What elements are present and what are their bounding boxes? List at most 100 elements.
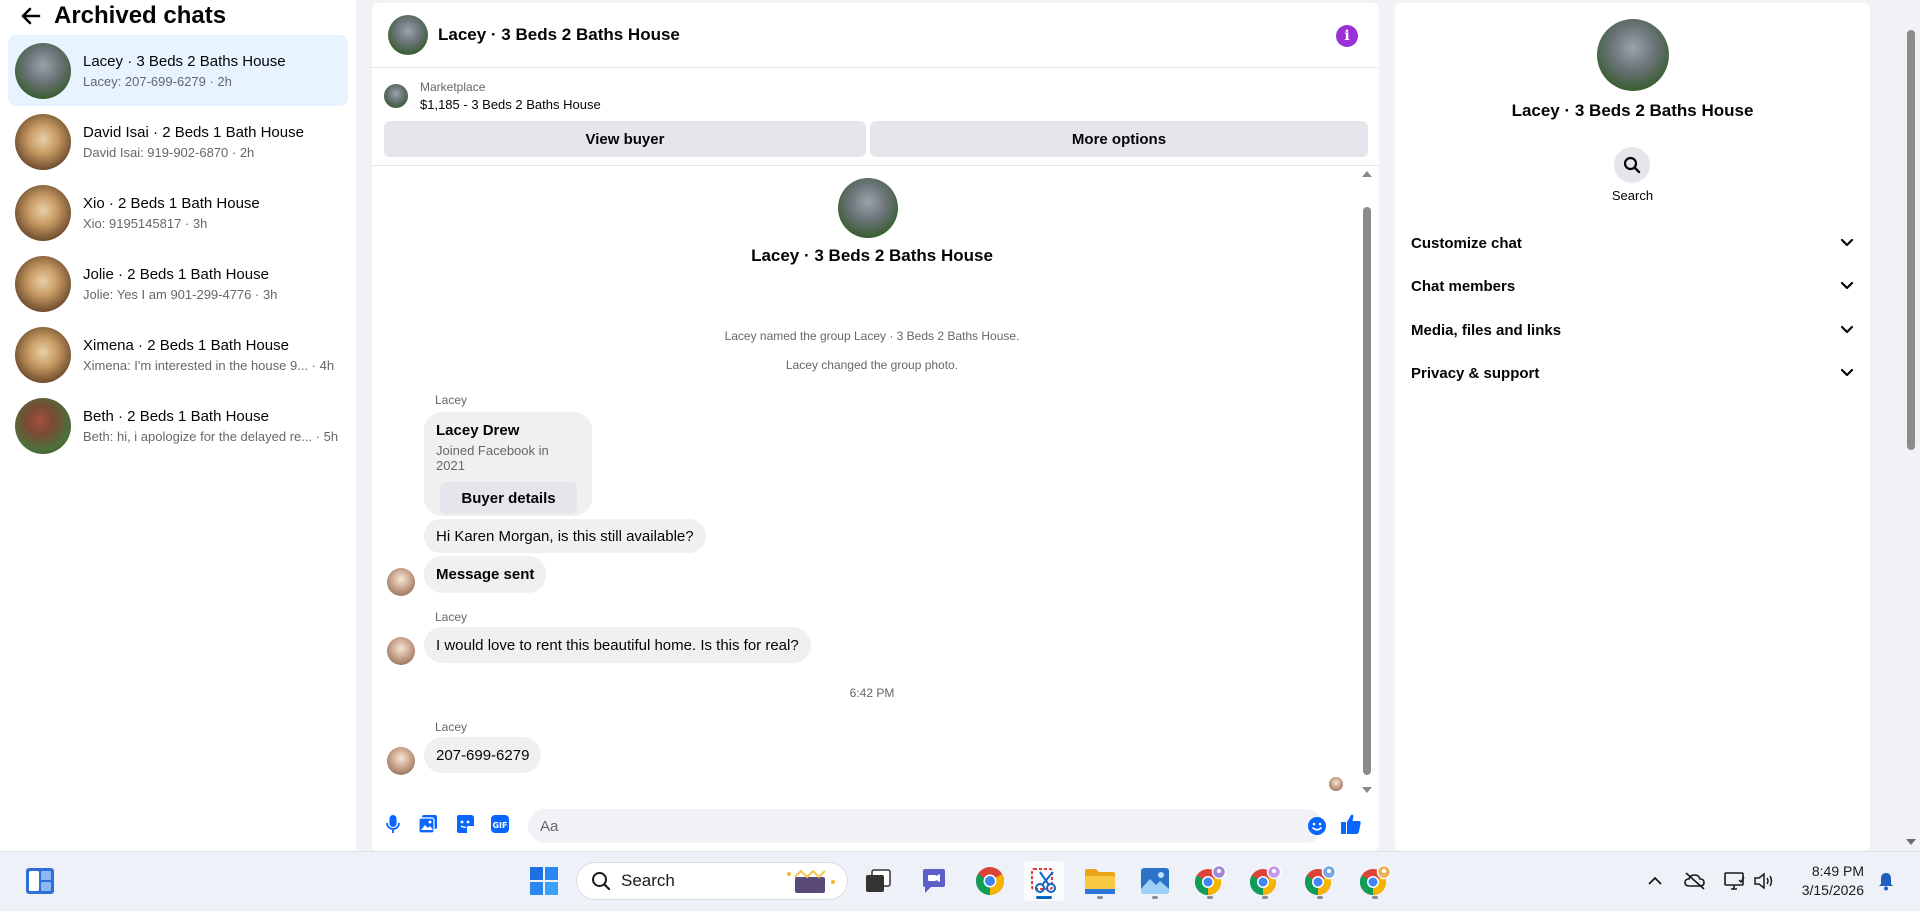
notification-bell-icon[interactable] [1874, 869, 1898, 893]
chevron-up-icon[interactable] [1643, 869, 1667, 893]
chat-thumbnail [15, 255, 71, 312]
chat-name: David Isai · 2 Beds 1 Bath House [83, 123, 304, 141]
page-scrollbar-thumb[interactable] [1907, 30, 1915, 450]
chat-name: Lacey · 3 Beds 2 Baths House [83, 52, 286, 70]
sender-avatar[interactable] [387, 747, 415, 775]
info-icon[interactable]: i [1336, 25, 1358, 47]
taskbar-search-label: Search [621, 871, 675, 890]
conversation-avatar[interactable] [388, 15, 428, 55]
network-icon[interactable] [1722, 869, 1746, 893]
chrome-profile-icon[interactable] [1355, 861, 1395, 901]
photo-icon[interactable] [417, 813, 439, 835]
search-icon [1623, 156, 1641, 174]
seen-indicator-avatar [1329, 777, 1343, 791]
gif-icon[interactable]: GIF [489, 813, 511, 835]
photos-icon[interactable] [1135, 861, 1175, 901]
buyer-details-button[interactable]: Buyer details [440, 482, 577, 514]
chat-item-lacey[interactable]: Lacey · 3 Beds 2 Baths House Lacey: 207-… [8, 35, 348, 106]
windows-taskbar: Search 8:49 PM 3/15/2026 [0, 851, 1920, 911]
thread-title: Lacey · 3 Beds 2 Baths House [751, 246, 993, 265]
sender-name: Lacey [435, 610, 468, 624]
section-label: Media, files and links [1411, 321, 1562, 339]
page-scrollbar[interactable] [1902, 0, 1920, 851]
section-label: Customize chat [1411, 234, 1522, 252]
clock-date: 3/15/2026 [1801, 882, 1864, 898]
media-files-links-section[interactable]: Media, files and links [1411, 312, 1854, 348]
clock-time: 8:49 PM [1811, 863, 1864, 879]
thumbs-up-icon[interactable] [1340, 813, 1362, 835]
scroll-up-arrow-icon[interactable] [1362, 171, 1372, 177]
chrome-profile-icon[interactable] [1190, 861, 1230, 901]
chat-item-jolie[interactable]: Jolie · 2 Beds 1 Bath House Jolie: Yes I… [8, 248, 348, 319]
system-clock[interactable]: 8:49 PM 3/15/2026 [1802, 862, 1864, 900]
archived-chats-header: Archived chats [0, 0, 356, 32]
search-in-chat-button[interactable] [1614, 147, 1650, 183]
chat-info-title: Lacey · 3 Beds 2 Baths House [1511, 101, 1754, 120]
sender-name: Lacey [435, 393, 468, 407]
chat-thumbnail [15, 326, 71, 383]
conversation-panel: Lacey · 3 Beds 2 Baths House i Marketpla… [372, 3, 1379, 851]
search-icon [592, 872, 611, 891]
archived-chats-title: Archived chats [54, 2, 227, 29]
chat-preview: David Isai: 919-902-6870 · 2h [83, 144, 255, 160]
taskbar-search[interactable]: Search [576, 862, 848, 900]
chrome-icon[interactable] [970, 861, 1010, 901]
sender-avatar[interactable] [387, 568, 415, 596]
customize-chat-section[interactable]: Customize chat [1411, 225, 1854, 261]
message-thread: Lacey · 3 Beds 2 Baths House Lacey named… [372, 168, 1379, 793]
scroll-down-arrow-icon[interactable] [1362, 787, 1372, 793]
onedrive-offline-icon[interactable] [1683, 869, 1707, 893]
chat-preview: Ximena: I'm interested in the house 9...… [83, 357, 335, 373]
message-input[interactable] [528, 809, 1323, 843]
marketplace-label: Marketplace [420, 80, 486, 94]
message-bubble: I would love to rent this beautiful home… [424, 627, 811, 663]
sticker-icon[interactable] [454, 813, 476, 835]
chat-item-ximena[interactable]: Ximena · 2 Beds 1 Bath House Ximena: I'm… [8, 319, 348, 390]
scrollbar-thumb[interactable] [1363, 207, 1371, 775]
chrome-profile-icon[interactable] [1300, 861, 1340, 901]
chat-info-panel: Lacey · 3 Beds 2 Baths House Search Cust… [1395, 3, 1870, 851]
widgets-icon[interactable] [20, 861, 60, 901]
emoji-icon[interactable] [1306, 815, 1328, 837]
view-buyer-button[interactable]: View buyer [384, 121, 866, 157]
listing-thumbnail [384, 84, 408, 108]
chat-thumbnail [15, 397, 71, 454]
microphone-icon[interactable] [382, 813, 404, 835]
chevron-down-icon [1840, 238, 1854, 247]
conversation-title[interactable]: Lacey · 3 Beds 2 Baths House [438, 25, 680, 45]
task-view-icon[interactable] [858, 861, 898, 901]
back-arrow-icon[interactable] [20, 5, 42, 27]
sender-avatar[interactable] [387, 637, 415, 665]
more-options-button[interactable]: More options [870, 121, 1368, 157]
message-timestamp: 6:42 PM [849, 686, 895, 700]
sender-name: Lacey [435, 720, 468, 734]
chat-members-section[interactable]: Chat members [1411, 268, 1854, 304]
buyer-joined: Joined Facebook in 2021 [436, 443, 549, 473]
thread-avatar [838, 178, 898, 238]
section-label: Privacy & support [1411, 364, 1540, 382]
privacy-support-section[interactable]: Privacy & support [1411, 355, 1854, 391]
scroll-down-arrow-icon[interactable] [1906, 839, 1916, 845]
chrome-profile-icon[interactable] [1245, 861, 1285, 901]
thread-scrollbar[interactable] [1360, 168, 1374, 796]
chat-item-xio[interactable]: Xio · 2 Beds 1 Bath House Xio: 919514581… [8, 177, 348, 248]
windows-start-icon[interactable] [524, 861, 564, 901]
listing-title[interactable]: $1,185 - 3 Beds 2 Baths House [420, 97, 601, 112]
volume-icon[interactable] [1752, 869, 1776, 893]
message-bubble: Hi Karen Morgan, is this still available… [424, 519, 706, 553]
section-label: Chat members [1411, 277, 1516, 295]
message-bubble: 207-699-6279 [424, 737, 542, 773]
chat-name: Jolie · 2 Beds 1 Bath House [83, 265, 269, 283]
teams-chat-icon[interactable] [914, 861, 954, 901]
chat-list: Lacey · 3 Beds 2 Baths House Lacey: 207-… [0, 35, 356, 461]
chat-info-avatar [1597, 19, 1669, 91]
chat-thumbnail [15, 184, 71, 241]
chat-item-beth[interactable]: Beth · 2 Beds 1 Bath House Beth: hi, i a… [8, 390, 348, 461]
chat-preview: Beth: hi, i apologize for the delayed re… [83, 428, 339, 444]
chat-item-david[interactable]: David Isai · 2 Beds 1 Bath House David I… [8, 106, 348, 177]
search-highlight-icon [787, 869, 835, 893]
snipping-tool-icon[interactable] [1024, 861, 1064, 901]
file-explorer-icon[interactable] [1080, 861, 1120, 901]
marketplace-banner: Marketplace $1,185 - 3 Beds 2 Baths Hous… [372, 68, 1379, 166]
conversation-header: Lacey · 3 Beds 2 Baths House i [372, 3, 1379, 68]
